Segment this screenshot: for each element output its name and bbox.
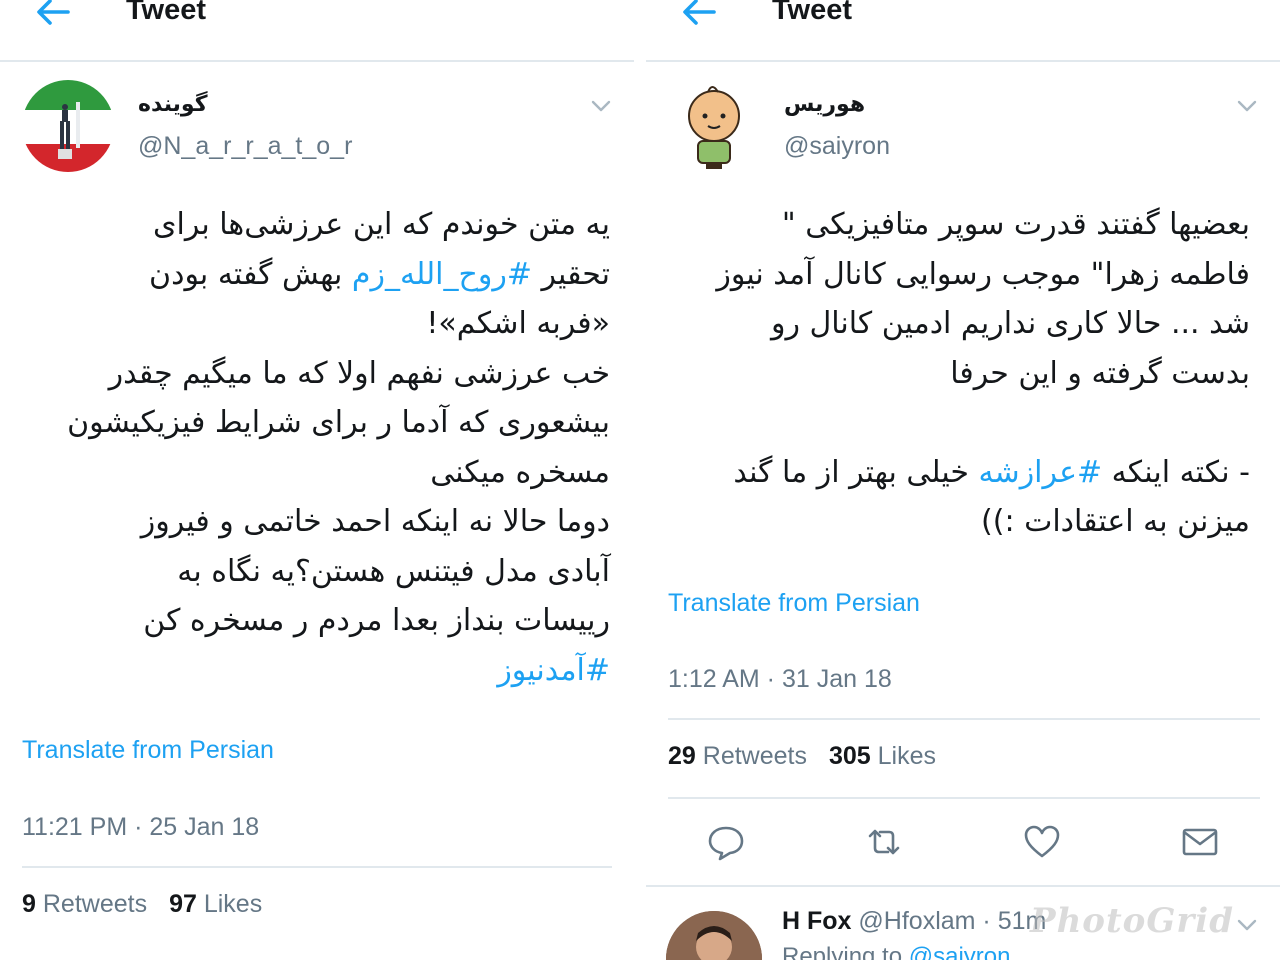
- display-name[interactable]: هوریس: [784, 92, 865, 117]
- reply-tweet[interactable]: H Fox @Hfoxlam · 51m Replying to @saiyro…: [646, 885, 1280, 960]
- watermark: PhotoGrid: [1030, 901, 1234, 941]
- tweet-line: رییسات بنداز بعدا مردم ر مسخره کن: [22, 596, 610, 646]
- avatar[interactable]: [668, 80, 760, 172]
- avatar[interactable]: [22, 80, 114, 172]
- tweet-line: میزنن به اعتقادات :)): [668, 497, 1250, 547]
- replying-to: Replying to @saiyron: [782, 943, 1010, 960]
- replying-prefix: Replying to: [782, 943, 903, 960]
- tweet-line: فاطمه زهرا" موجب رسوایی کانال آمد نیوز: [668, 250, 1250, 300]
- likes-count[interactable]: 97: [169, 890, 197, 918]
- tweet-line: [668, 398, 1250, 448]
- user-handle[interactable]: @saiyron: [784, 132, 890, 161]
- retweets-count[interactable]: 29: [668, 742, 696, 770]
- tweet-line-text: میزنن به اعتقادات :)): [981, 504, 1250, 539]
- tweet-line-text: تحقیر: [531, 256, 610, 292]
- tweet-line-text: خب عرزشی نفهم اولا که ما میگیم چقدر: [108, 355, 610, 391]
- likes-label[interactable]: Likes: [878, 742, 936, 770]
- retweets-count[interactable]: 9: [22, 890, 36, 918]
- tweet-line: «فربه اشکم»!: [22, 299, 610, 349]
- likes-label[interactable]: Likes: [204, 890, 262, 918]
- page-title: Tweet: [126, 0, 207, 26]
- display-name[interactable]: گوینده: [138, 92, 208, 117]
- hashtag-link[interactable]: #آمدنیوز: [497, 653, 610, 688]
- chevron-down-icon[interactable]: [1236, 98, 1258, 114]
- tweet-text: یه متن خوندم که این عرزشی‌ها برای تحقیر #…: [22, 200, 610, 695]
- retweet-icon[interactable]: [864, 822, 904, 862]
- top-bar: Tweet: [0, 0, 634, 62]
- collage-gutter: [634, 0, 646, 960]
- left-tweet-panel: Tweet گوینده @N_a_r_r_a_t_o_r یه متن خون…: [0, 0, 634, 960]
- engagement-stats: 9 Retweets 97 Likes: [22, 890, 262, 919]
- page-title: Tweet: [772, 0, 853, 26]
- tweet-line: مسخره میکنی: [22, 448, 610, 498]
- tweet-line-text: فاطمه زهرا" موجب رسوایی کانال آمد نیوز: [716, 256, 1250, 292]
- tweet-line-text: خیلی بهتر از ما گند: [733, 454, 979, 490]
- tweet-line-text: بهش گفته بودن: [149, 256, 352, 292]
- reply-author[interactable]: H Fox @Hfoxlam · 51m: [782, 907, 1046, 936]
- tweet-line-text: بیشعوری که آدما ر برای شرایط فیزیکیشون: [67, 405, 610, 440]
- reply-icon[interactable]: [706, 822, 746, 862]
- engagement-stats: 29 Retweets 305 Likes: [668, 742, 936, 771]
- hashtag-link[interactable]: #عرازشه: [978, 455, 1102, 490]
- tweet-line-text: دوما حالا نه اینکه احمد خاتمی و فیروز: [140, 504, 610, 539]
- divider: [668, 718, 1260, 720]
- retweets-label[interactable]: Retweets: [43, 890, 147, 918]
- chevron-down-icon[interactable]: [1236, 917, 1258, 933]
- replying-handle[interactable]: @saiyron: [909, 943, 1011, 960]
- tweet-line: #آمدنیوز: [22, 646, 610, 696]
- tweet-line: بدست گرفته و این حرفا: [668, 349, 1250, 399]
- tweet-line-text: بعضیها گفتند قدرت سوپر متافیزیکی ": [781, 207, 1250, 242]
- tweet-text: بعضیها گفتند قدرت سوپر متافیزیکی " فاطمه …: [668, 200, 1250, 547]
- tweet-line: دوما حالا نه اینکه احمد خاتمی و فیروز: [22, 497, 610, 547]
- timestamp: 1:12 AM · 31 Jan 18: [668, 665, 892, 693]
- translate-link[interactable]: Translate from Persian: [22, 736, 274, 765]
- translate-link[interactable]: Translate from Persian: [668, 589, 920, 618]
- back-arrow-icon[interactable]: [678, 0, 718, 30]
- retweets-label[interactable]: Retweets: [703, 742, 807, 770]
- back-arrow-icon[interactable]: [32, 0, 72, 30]
- tweet-line: خب عرزشی نفهم اولا که ما میگیم چقدر: [22, 349, 610, 399]
- tweet-line: آبادی مدل فیتنس هستن؟یه نگاه به: [22, 547, 610, 597]
- tweet-line-text: شد ... حالا کاری نداریم ادمین کانال رو: [770, 306, 1250, 341]
- top-bar: Tweet: [646, 0, 1280, 62]
- tweet-line: - نکته اینکه #عرازشه خیلی بهتر از ما گند: [668, 448, 1250, 498]
- tweet-line-text: - نکته اینکه: [1102, 454, 1250, 490]
- chevron-down-icon[interactable]: [590, 98, 612, 114]
- divider: [668, 797, 1260, 799]
- likes-count[interactable]: 305: [829, 742, 871, 770]
- tweet-line-text: بدست گرفته و این حرفا: [950, 355, 1250, 391]
- tweet-line-text: رییسات بنداز بعدا مردم ر مسخره کن: [143, 603, 610, 638]
- right-tweet-panel: Tweet هوریس @saiyron بعضیها گفتند قدرت س…: [646, 0, 1280, 960]
- tweet-line: یه متن خوندم که این عرزشی‌ها برای: [22, 200, 610, 250]
- tweet-line: بیشعوری که آدما ر برای شرایط فیزیکیشون: [22, 398, 610, 448]
- tweet-line: شد ... حالا کاری نداریم ادمین کانال رو: [668, 299, 1250, 349]
- hashtag-link[interactable]: #روح_الله_زم: [352, 257, 532, 292]
- tweet-line-text: مسخره میکنی: [430, 454, 610, 490]
- reply-display-name[interactable]: H Fox: [782, 907, 851, 935]
- tweet-line-text: «فربه اشکم»!: [426, 306, 610, 341]
- reply-handle-time: @Hfoxlam · 51m: [858, 907, 1047, 935]
- timestamp: 11:21 PM · 25 Jan 18: [22, 813, 260, 841]
- tweet-line: بعضیها گفتند قدرت سوپر متافیزیکی ": [668, 200, 1250, 250]
- direct-message-icon[interactable]: [1180, 822, 1220, 862]
- divider: [22, 866, 612, 868]
- user-handle[interactable]: @N_a_r_r_a_t_o_r: [138, 132, 352, 161]
- like-icon[interactable]: [1022, 822, 1062, 862]
- tweet-line: تحقیر #روح_الله_زم بهش گفته بودن: [22, 250, 610, 300]
- tweet-line-text: یه متن خوندم که این عرزشی‌ها برای: [153, 207, 610, 242]
- avatar[interactable]: [666, 911, 762, 960]
- tweet-line-text: آبادی مدل فیتنس هستن؟یه نگاه به: [177, 553, 610, 589]
